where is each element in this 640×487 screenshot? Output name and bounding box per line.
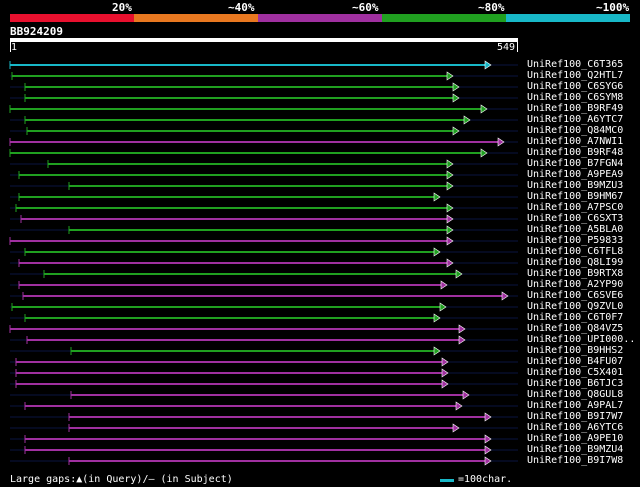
gap-legend: Large gaps:▲(in Query)/– (in Subject)	[10, 474, 233, 485]
hit-label[interactable]: UniRef100_A9PAL7	[527, 400, 623, 411]
hit-label[interactable]: UniRef100_A7NWI1	[527, 136, 623, 147]
hit-arrow	[446, 214, 454, 224]
hit-arrow	[446, 203, 454, 213]
hit-arrow	[446, 159, 454, 169]
hit-arrow	[463, 115, 471, 125]
hit-label[interactable]: UniRef100_A6YTC7	[527, 114, 623, 125]
hit-arrow	[452, 126, 460, 136]
hit-label[interactable]: UniRef100_A2YP90	[527, 279, 623, 290]
hit-arrow	[458, 324, 466, 334]
hit-label[interactable]: UniRef100_B9I7W7	[527, 411, 623, 422]
hit-arrow	[439, 302, 447, 312]
hit-label[interactable]: UniRef100_Q84VZ5	[527, 323, 623, 334]
hit-arrow	[440, 280, 448, 290]
hit-label[interactable]: UniRef100_C6SYG6	[527, 81, 623, 92]
hit-arrow	[497, 137, 505, 147]
hit-label[interactable]: UniRef100_B9I7W8	[527, 455, 623, 466]
hit-arrow	[446, 258, 454, 268]
hit-arrow	[446, 170, 454, 180]
hit-label[interactable]: UniRef100_A9PE10	[527, 433, 623, 444]
hit-label[interactable]: UniRef100_Q84MC0	[527, 125, 623, 136]
hit-label[interactable]: UniRef100_B9HM67	[527, 191, 623, 202]
hit-arrow	[455, 269, 463, 279]
hit-label[interactable]: UniRef100_B4FU07	[527, 356, 623, 367]
hit-label[interactable]: UniRef100_B9MZU4	[527, 444, 623, 455]
hit-arrow	[441, 379, 449, 389]
scale-label: =100char.	[458, 474, 513, 485]
hit-arrow	[484, 60, 492, 70]
hit-arrow	[480, 148, 488, 158]
hit-label[interactable]: UniRef100_B9RTX8	[527, 268, 623, 279]
hit-arrow	[484, 456, 492, 466]
hit-arrow	[484, 434, 492, 444]
hit-arrow	[446, 225, 454, 235]
hit-arrow	[433, 247, 441, 257]
hit-label[interactable]: UniRef100_UPI000..	[527, 334, 635, 345]
hit-label[interactable]: UniRef100_C6TFL8	[527, 246, 623, 257]
hit-label[interactable]: UniRef100_B9RF48	[527, 147, 623, 158]
hit-arrow	[441, 368, 449, 378]
hit-arrow	[446, 236, 454, 246]
hit-arrow	[441, 357, 449, 367]
hit-label[interactable]: UniRef100_B7FGN4	[527, 158, 623, 169]
hit-arrow	[480, 104, 488, 114]
hit-label[interactable]: UniRef100_Q8GUL8	[527, 389, 623, 400]
hit-label[interactable]: UniRef100_C6T0F7	[527, 312, 623, 323]
hit-arrow	[433, 192, 441, 202]
hit-label[interactable]: UniRef100_B6TJC3	[527, 378, 623, 389]
hit-label[interactable]: UniRef100_A7PSC0	[527, 202, 623, 213]
hit-label[interactable]: UniRef100_P59833	[527, 235, 623, 246]
hit-arrow	[484, 445, 492, 455]
hit-label[interactable]: UniRef100_A5BLA0	[527, 224, 623, 235]
hit-label[interactable]: UniRef100_A6YTC6	[527, 422, 623, 433]
hit-label[interactable]: UniRef100_C6T365	[527, 59, 623, 70]
hit-arrow	[433, 346, 441, 356]
hit-arrow	[484, 412, 492, 422]
hit-arrow	[446, 71, 454, 81]
hit-label[interactable]: UniRef100_B9HHS2	[527, 345, 623, 356]
hit-label[interactable]: UniRef100_A9PEA9	[527, 169, 623, 180]
hit-arrow	[446, 181, 454, 191]
hit-label[interactable]: UniRef100_C6SVE6	[527, 290, 623, 301]
scale-bar	[440, 479, 454, 482]
hit-arrow	[452, 423, 460, 433]
hit-arrow	[501, 291, 509, 301]
hit-label[interactable]: UniRef100_Q8LI99	[527, 257, 623, 268]
hit-label[interactable]: UniRef100_B9MZU3	[527, 180, 623, 191]
hit-arrow	[433, 313, 441, 323]
hit-label[interactable]: UniRef100_B9RF49	[527, 103, 623, 114]
hit-arrow	[452, 93, 460, 103]
hit-label[interactable]: UniRef100_C6SYM8	[527, 92, 623, 103]
hit-label[interactable]: UniRef100_C5X401	[527, 367, 623, 378]
hit-label[interactable]: UniRef100_C6SXT3	[527, 213, 623, 224]
hit-label[interactable]: UniRef100_Q2HTL7	[527, 70, 623, 81]
hit-label[interactable]: UniRef100_Q9ZVL0	[527, 301, 623, 312]
hit-arrow	[462, 390, 470, 400]
hit-arrow	[452, 82, 460, 92]
hit-arrow	[455, 401, 463, 411]
hit-arrow	[458, 335, 466, 345]
